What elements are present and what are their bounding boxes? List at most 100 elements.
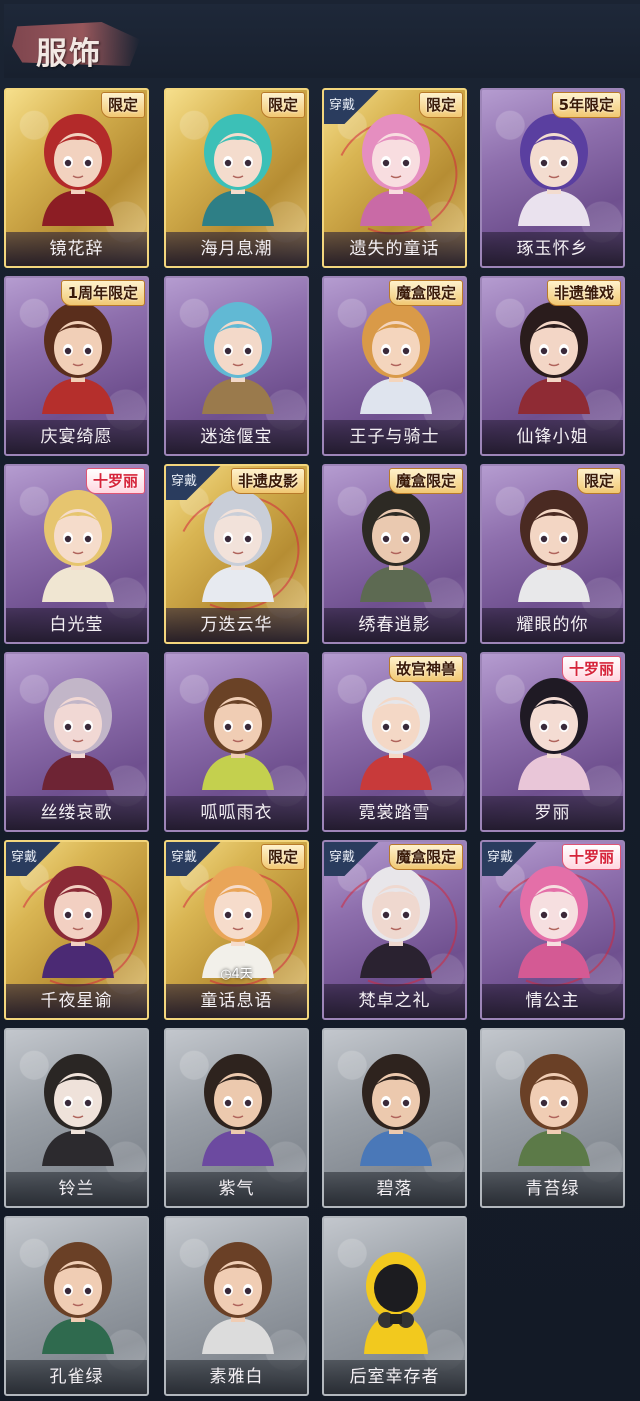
character-portrait — [28, 1236, 128, 1354]
worn-tag: 穿戴 — [6, 842, 62, 876]
outfit-card[interactable]: 碧落 — [322, 1028, 467, 1208]
worn-tag: 穿戴 — [166, 466, 222, 500]
outfit-name: 素雅白 — [209, 1367, 264, 1387]
character-portrait — [346, 860, 446, 978]
rarity-badge: 魔盒限定 — [388, 280, 463, 306]
character-portrait — [346, 1048, 446, 1166]
outfit-card[interactable]: 紫气 — [164, 1028, 309, 1208]
outfit-card[interactable]: 穿戴 魔盒限定梵卓之礼 — [322, 840, 467, 1020]
outfit-card[interactable]: 限定镜花辞 — [4, 88, 149, 268]
outfit-name: 耀眼的你 — [516, 615, 589, 635]
outfit-card[interactable]: 穿戴 非遗皮影万迭云华 — [164, 464, 309, 644]
outfit-name: 后室幸存者 — [349, 1367, 440, 1387]
outfit-screen: 服饰 限定 镜花辞 限定 海月息潮 穿戴 限定 遗失的童话 5年限定 琢玉怀乡 … — [0, 0, 640, 1401]
outfit-card[interactable]: 穿戴 限定 ◷4天 童话息语 — [164, 840, 309, 1020]
outfit-card[interactable]: 十罗丽 罗丽 — [480, 652, 625, 832]
outfit-card[interactable]: 非遗雏戏仙锋小姐 — [480, 276, 625, 456]
title-banner: 服饰 — [12, 14, 140, 72]
outfit-name: 迷途偃宝 — [200, 427, 273, 447]
outfit-name: 绣春逍影 — [358, 615, 431, 635]
outfit-card[interactable]: 素雅白 — [164, 1216, 309, 1396]
character-portrait — [504, 672, 604, 790]
character-portrait — [504, 484, 604, 602]
character-portrait — [188, 484, 288, 602]
character-portrait — [28, 484, 128, 602]
outfit-name: 千夜星谕 — [40, 991, 113, 1011]
outfit-name: 王子与骑士 — [349, 427, 440, 447]
character-portrait — [504, 1048, 604, 1166]
outfit-name: 霓裳踏雪 — [358, 803, 431, 823]
rarity-badge: 5年限定 — [551, 92, 621, 118]
outfit-name: 遗失的童话 — [349, 239, 440, 259]
character-portrait — [28, 1048, 128, 1166]
character-portrait — [346, 296, 446, 414]
character-portrait — [346, 484, 446, 602]
outfit-name: 铃兰 — [58, 1179, 95, 1199]
worn-tag-label: 穿戴 — [487, 850, 514, 865]
rarity-badge: 非遗雏戏 — [546, 280, 621, 306]
outfit-name: 碧落 — [376, 1179, 413, 1199]
character-portrait — [504, 108, 604, 226]
outfit-card[interactable]: 青苔绿 — [480, 1028, 625, 1208]
character-portrait — [504, 296, 604, 414]
outfit-card[interactable]: 魔盒限定王子与骑士 — [322, 276, 467, 456]
outfit-card[interactable]: 铃兰 — [4, 1028, 149, 1208]
outfit-card[interactable]: 限定 耀眼的你 — [480, 464, 625, 644]
character-portrait — [28, 672, 128, 790]
character-portrait — [188, 108, 288, 226]
worn-tag: 穿戴 — [324, 842, 380, 876]
character-portrait — [188, 296, 288, 414]
outfit-name: 青苔绿 — [525, 1179, 580, 1199]
character-portrait — [188, 672, 288, 790]
character-portrait — [188, 1236, 288, 1354]
worn-tag: 穿戴 — [324, 90, 380, 124]
rarity-badge: 限定 — [418, 92, 463, 118]
outfit-card[interactable]: 限定 海月息潮 — [164, 88, 309, 268]
character-portrait — [346, 672, 446, 790]
header-bar: 服饰 — [4, 4, 640, 78]
outfit-name: 万迭云华 — [200, 615, 273, 635]
outfit-name: 仙锋小姐 — [516, 427, 589, 447]
character-portrait — [188, 860, 288, 978]
outfit-name: 镜花辞 — [49, 239, 104, 259]
outfit-name: 呱呱雨衣 — [200, 803, 273, 823]
outfit-card[interactable]: 穿戴 限定遗失的童话 — [322, 88, 467, 268]
rarity-badge: 故宫神兽 — [388, 656, 463, 682]
outfit-card[interactable]: 十罗丽 白光莹 — [4, 464, 149, 644]
worn-tag-label: 穿戴 — [329, 98, 356, 113]
outfit-name: 罗丽 — [534, 803, 571, 823]
outfit-card[interactable]: 故宫神兽霓裳踏雪 — [322, 652, 467, 832]
rarity-badge: 非遗皮影 — [230, 468, 305, 494]
page-title: 服饰 — [36, 36, 102, 72]
outfit-card[interactable]: 5年限定 琢玉怀乡 — [480, 88, 625, 268]
outfit-card[interactable]: 呱呱雨衣 — [164, 652, 309, 832]
rarity-badge: 限定 — [100, 92, 145, 118]
outfit-name: 庆宴绮愿 — [40, 427, 113, 447]
outfit-name: 孔雀绿 — [49, 1367, 104, 1387]
worn-tag-label: 穿戴 — [11, 850, 38, 865]
outfit-card[interactable]: 孔雀绿 — [4, 1216, 149, 1396]
character-portrait — [28, 860, 128, 978]
worn-tag: 穿戴 — [166, 842, 222, 876]
outfit-name: 丝缕哀歌 — [40, 803, 113, 823]
outfit-card[interactable]: 迷途偃宝 — [164, 276, 309, 456]
outfit-name: 情公主 — [525, 991, 580, 1011]
outfit-name: 海月息潮 — [200, 239, 273, 259]
outfit-card[interactable]: 后室幸存者 — [322, 1216, 467, 1396]
outfit-card[interactable]: 穿戴 十罗丽 情公主 — [480, 840, 625, 1020]
outfit-card[interactable]: 魔盒限定绣春逍影 — [322, 464, 467, 644]
character-portrait — [188, 1048, 288, 1166]
worn-tag-label: 穿戴 — [171, 474, 198, 489]
outfit-name: 梵卓之礼 — [358, 991, 431, 1011]
outfit-name: 紫气 — [218, 1179, 255, 1199]
expiry-timer: ◷4天 — [220, 967, 253, 982]
outfit-card[interactable]: 穿戴千夜星谕 — [4, 840, 149, 1020]
outfit-card[interactable]: 丝缕哀歌 — [4, 652, 149, 832]
worn-tag: 穿戴 — [482, 842, 538, 876]
character-portrait — [28, 296, 128, 414]
worn-tag-label: 穿戴 — [329, 850, 356, 865]
outfit-name: 白光莹 — [49, 615, 104, 635]
rarity-badge: 魔盒限定 — [388, 844, 463, 870]
outfit-card[interactable]: 1周年限定 庆宴绮愿 — [4, 276, 149, 456]
rarity-badge: 魔盒限定 — [388, 468, 463, 494]
